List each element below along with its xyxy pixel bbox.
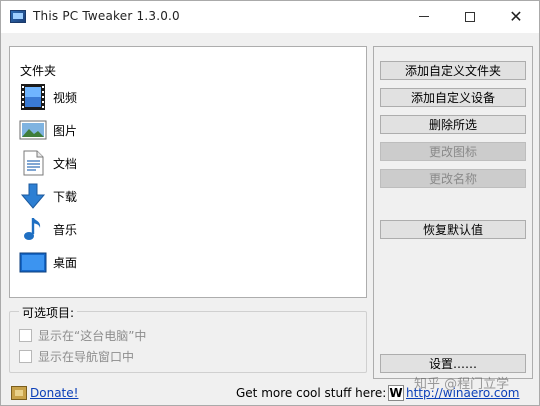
app-icon xyxy=(10,10,26,23)
checkbox-label: 显示在导航窗口中 xyxy=(38,350,135,364)
show-in-navigation-checkbox[interactable]: 显示在导航窗口中 xyxy=(19,348,134,365)
checkbox-box[interactable] xyxy=(19,329,32,342)
window-title: This PC Tweaker 1.3.0.0 xyxy=(33,9,180,23)
folder-item-desktop[interactable]: 桌面 xyxy=(19,247,77,277)
donate-icon xyxy=(11,386,27,400)
restore-defaults-button[interactable]: 恢复默认值 xyxy=(380,220,526,239)
maximize-button[interactable] xyxy=(447,1,493,32)
folder-item-label: 视频 xyxy=(53,90,78,105)
winaero-link[interactable]: http://winaero.com xyxy=(406,386,520,400)
video-folder-icon xyxy=(19,83,47,111)
donate-link[interactable]: Donate! xyxy=(30,386,78,400)
title-bar: This PC Tweaker 1.3.0.0 ✕ xyxy=(1,1,539,33)
desktop-folder-icon xyxy=(19,248,47,276)
change-name-button[interactable]: 更改名称 xyxy=(380,169,526,188)
folder-item-label: 图片 xyxy=(53,123,78,138)
pictures-folder-icon xyxy=(19,116,47,144)
checkbox-box[interactable] xyxy=(19,350,32,363)
options-title: 可选项目: xyxy=(19,304,78,321)
checkbox-label: 显示在“这台电脑”中 xyxy=(38,329,147,343)
app-window: This PC Tweaker 1.3.0.0 ✕ 文件夹 视频 图片 文档 下… xyxy=(0,0,540,406)
close-button[interactable]: ✕ xyxy=(493,1,539,32)
minimize-icon xyxy=(419,16,429,17)
minimize-button[interactable] xyxy=(401,1,447,32)
close-icon: ✕ xyxy=(509,6,523,26)
more-stuff-text: Get more cool stuff here: xyxy=(236,386,387,400)
change-icon-button[interactable]: 更改图标 xyxy=(380,142,526,161)
folder-item-label: 桌面 xyxy=(53,255,78,270)
downloads-folder-icon xyxy=(19,182,47,210)
folder-item-pictures[interactable]: 图片 xyxy=(19,115,77,145)
folder-item-label: 下载 xyxy=(53,189,78,204)
show-in-this-pc-checkbox[interactable]: 显示在“这台电脑”中 xyxy=(19,327,146,344)
footer: Donate! Get more cool stuff here: W http… xyxy=(1,381,539,405)
folder-list-panel[interactable]: 文件夹 视频 图片 文档 下载 音乐 桌面 xyxy=(9,46,367,298)
music-folder-icon xyxy=(19,215,47,243)
remove-selected-button[interactable]: 删除所选 xyxy=(380,115,526,134)
folder-item-downloads[interactable]: 下载 xyxy=(19,181,77,211)
winaero-icon: W xyxy=(388,385,404,401)
folder-item-music[interactable]: 音乐 xyxy=(19,214,77,244)
add-custom-device-button[interactable]: 添加自定义设备 xyxy=(380,88,526,107)
folder-item-videos[interactable]: 视频 xyxy=(19,82,77,112)
folder-item-label: 音乐 xyxy=(53,222,78,237)
add-custom-folder-button[interactable]: 添加自定义文件夹 xyxy=(380,61,526,80)
documents-folder-icon xyxy=(19,149,47,177)
folder-item-label: 文档 xyxy=(53,156,78,171)
folder-item-documents[interactable]: 文档 xyxy=(19,148,77,178)
settings-button[interactable]: 设置…… xyxy=(380,354,526,373)
maximize-icon xyxy=(465,11,475,22)
folders-group-label: 文件夹 xyxy=(20,64,57,78)
